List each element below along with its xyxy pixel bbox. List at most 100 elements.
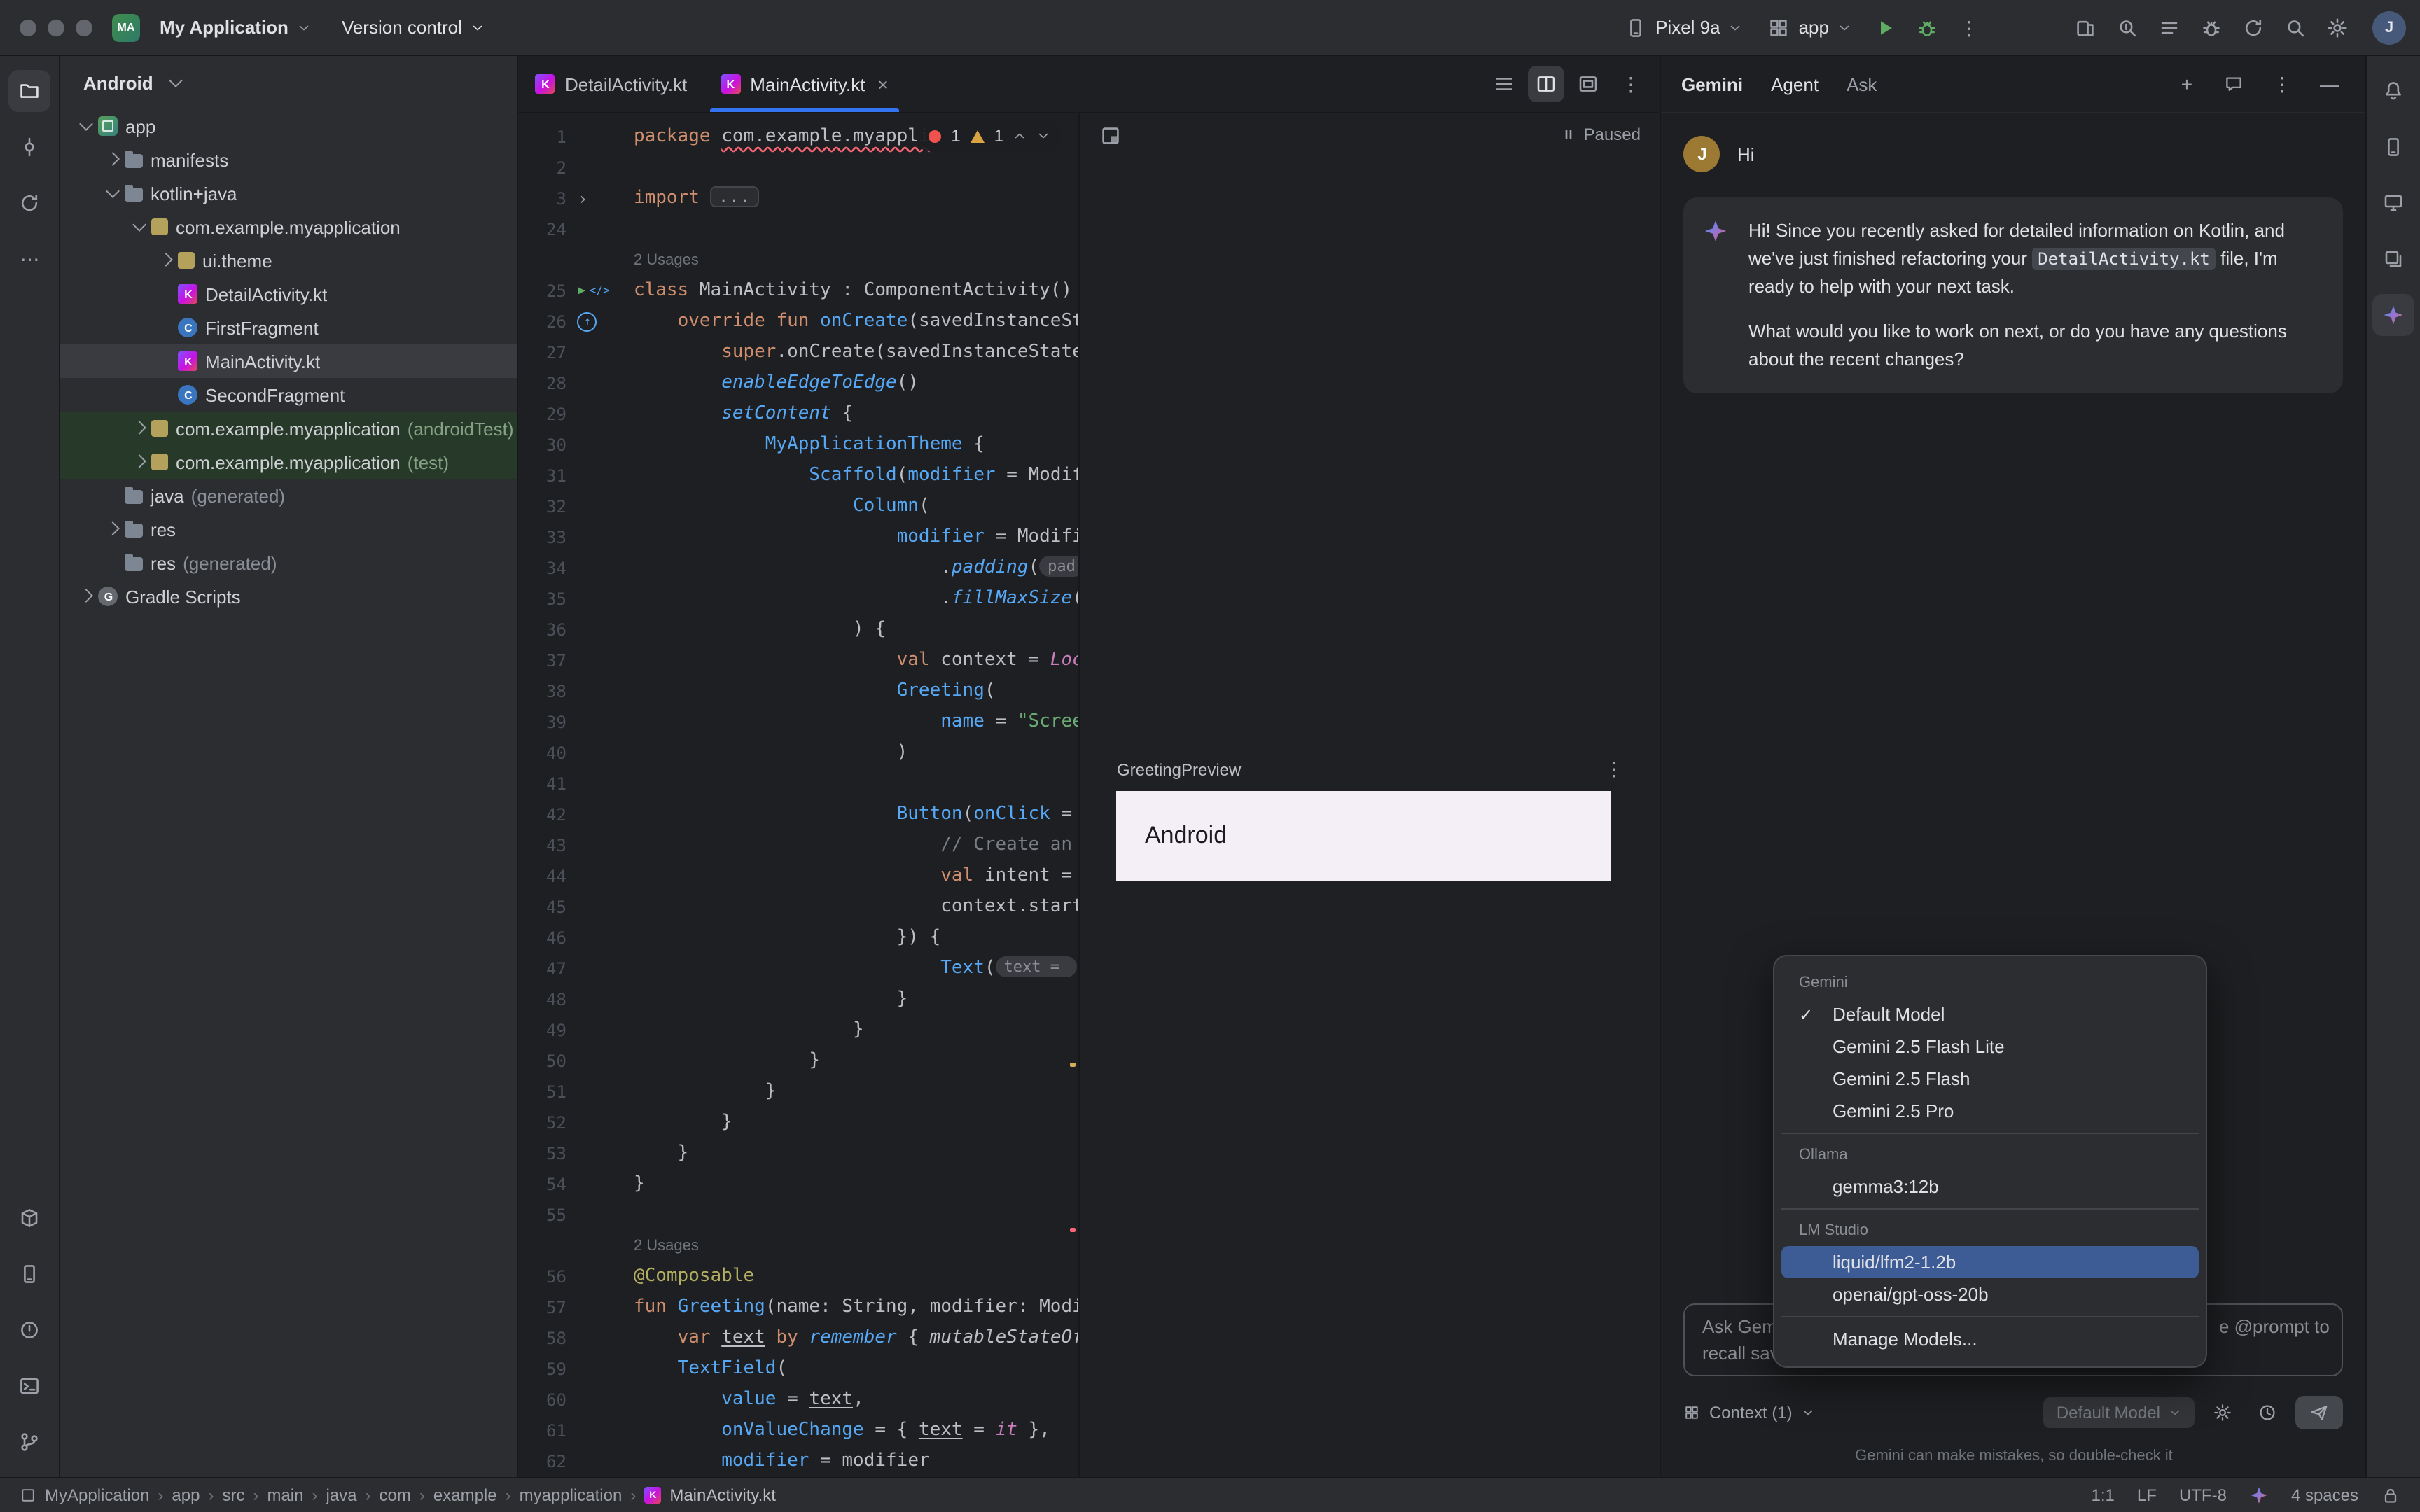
settings-button[interactable] (2319, 9, 2356, 46)
warning-count[interactable]: 1 (994, 126, 1003, 146)
code-line[interactable]: 33 modifier = Modifi (519, 522, 1079, 553)
tree-item[interactable]: KDetailActivity.kt (61, 277, 517, 311)
tree-item[interactable]: java (generated) (61, 479, 517, 512)
zoom-window-button[interactable] (76, 19, 92, 36)
breadcrumb-item[interactable]: src (222, 1485, 244, 1505)
code-line[interactable]: 40 ) (519, 738, 1079, 769)
previous-problem-button[interactable] (1013, 129, 1027, 143)
tree-item[interactable]: com.example.myapplication (test) (61, 445, 517, 479)
close-tab-icon[interactable]: × (878, 74, 889, 94)
model-option[interactable]: liquid/lfm2-1.2b (1782, 1246, 2199, 1278)
run-gutter-icon[interactable]: ▶ (578, 276, 585, 307)
code-line[interactable]: 26↑ override fun onCreate(savedInstanceS… (519, 307, 1079, 337)
lock-icon[interactable] (2381, 1485, 2400, 1505)
model-option[interactable]: Gemini 2.5 Pro (1782, 1095, 2199, 1127)
model-option[interactable]: openai/gpt-oss-20b (1782, 1278, 2199, 1310)
device-selector[interactable]: Pixel 9a (1613, 10, 1754, 44)
override-gutter-icon[interactable]: ↑ (578, 312, 597, 332)
code-line[interactable]: 44 val intent = (519, 861, 1079, 892)
notifications-tool-button[interactable] (2372, 70, 2414, 112)
code-line[interactable]: 41 (519, 769, 1079, 799)
code-line[interactable]: 30 MyApplicationTheme { (519, 430, 1079, 461)
app-insights-tool-button[interactable] (2372, 238, 2414, 280)
tree-item[interactable]: CSecondFragment (61, 378, 517, 412)
pair-devices-button[interactable] (2067, 9, 2103, 46)
code-line[interactable]: 25▶</>class MainActivity : ComponentActi… (519, 276, 1079, 307)
breadcrumb-item[interactable]: example (433, 1485, 497, 1505)
inspections-button[interactable] (2109, 9, 2146, 46)
chat-history-button[interactable] (2218, 67, 2251, 101)
code-line[interactable]: 51 } (519, 1077, 1079, 1107)
code-line[interactable]: 53 } (519, 1138, 1079, 1169)
code-line[interactable]: 57fun Greeting(name: String, modifier: M… (519, 1292, 1079, 1323)
send-button[interactable] (2296, 1396, 2344, 1429)
code-line[interactable]: 48 } (519, 984, 1079, 1015)
code-line[interactable]: 37 val context = Loc (519, 645, 1079, 676)
model-option[interactable]: ✓Default Model (1782, 998, 2199, 1030)
design-view-button[interactable] (1571, 66, 1607, 102)
terminal-tool-button[interactable] (8, 1365, 50, 1407)
code-line[interactable]: 54} (519, 1169, 1079, 1200)
tree-item[interactable]: res (61, 512, 517, 546)
breadcrumb-item[interactable]: com (380, 1485, 411, 1505)
code-line[interactable]: 32 Column( (519, 491, 1079, 522)
history-button[interactable] (2251, 1396, 2285, 1429)
tree-item[interactable]: KMainActivity.kt (61, 344, 517, 378)
more-horizontal-tool-button[interactable]: ⋯ (8, 238, 50, 280)
code-line[interactable]: 60 value = text, (519, 1385, 1079, 1415)
tree-item[interactable]: res (generated) (61, 546, 517, 580)
more-vertical-button[interactable]: ⋮ (2265, 67, 2299, 101)
breadcrumb-item[interactable]: app (172, 1485, 200, 1505)
code-line[interactable]: 46 }) { (519, 923, 1079, 953)
live-edit-status[interactable]: Paused (1560, 125, 1641, 144)
code-line[interactable]: 27 super.onCreate(savedInstanceState (519, 337, 1079, 368)
tree-item[interactable]: manifests (61, 143, 517, 176)
debug-button[interactable] (1907, 8, 1947, 47)
split-view-button[interactable] (1529, 66, 1565, 102)
code-line[interactable]: 43 // Create an (519, 830, 1079, 861)
code-line[interactable]: 24 (519, 214, 1079, 245)
run-config-selector[interactable]: app (1757, 10, 1863, 44)
code-line[interactable]: 34 .padding(pad (519, 553, 1079, 584)
code-line[interactable]: 42 Button(onClick = (519, 799, 1079, 830)
breadcrumb-item[interactable]: MainActivity.kt (669, 1485, 776, 1505)
project-view-selector[interactable]: Android (61, 56, 517, 109)
debug-button[interactable] (2193, 9, 2230, 46)
code-line[interactable]: 3›import ... (519, 183, 1079, 214)
gemini-tab-agent[interactable]: Agent (1771, 74, 1819, 94)
more-vertical-button[interactable]: ⋮ (1613, 66, 1649, 102)
code-tag-gutter-icon[interactable]: </> (590, 276, 610, 307)
code-line[interactable]: 38 Greeting( (519, 676, 1079, 707)
gemini-tool-button[interactable] (2372, 294, 2414, 336)
sync-tool-button[interactable] (8, 182, 50, 224)
device-manager-tool-button[interactable] (2372, 126, 2414, 168)
editor-tab[interactable]: KMainActivity.kt× (704, 56, 905, 112)
gemini-tab-ask[interactable]: Ask (1847, 74, 1877, 94)
version-control-tool-button[interactable] (8, 1421, 50, 1463)
code-line[interactable]: 31 Scaffold(modifier = Modif (519, 461, 1079, 491)
code-line[interactable]: 35 .fillMaxSize( (519, 584, 1079, 615)
user-avatar[interactable]: J (2372, 10, 2406, 44)
breadcrumb-item[interactable]: myapplication (520, 1485, 623, 1505)
code-line[interactable]: 28 enableEdgeToEdge() (519, 368, 1079, 399)
tree-item[interactable]: com.example.myapplication (androidTest) (61, 412, 517, 445)
gemini-status-icon[interactable] (2249, 1485, 2269, 1505)
tree-item[interactable]: com.example.myapplication (61, 210, 517, 244)
code-line[interactable]: 61 onValueChange = { text = it }, (519, 1415, 1079, 1446)
breadcrumb-item[interactable]: java (326, 1485, 357, 1505)
code-line[interactable]: 55 (519, 1200, 1079, 1231)
model-option[interactable]: Gemini 2.5 Flash (1782, 1063, 2199, 1095)
usages-inlay-hint[interactable]: 2 Usages (519, 1231, 1079, 1261)
line-separator[interactable]: LF (2137, 1485, 2157, 1505)
project-menu[interactable]: My Application (148, 11, 322, 43)
code-line[interactable]: 49 } (519, 1015, 1079, 1046)
model-option[interactable]: Gemini 2.5 Flash Lite (1782, 1030, 2199, 1063)
tree-item[interactable]: ui.theme (61, 244, 517, 277)
run-button[interactable] (1865, 8, 1905, 47)
editor-tab[interactable]: KDetailActivity.kt (519, 56, 704, 112)
preview-mode-icon[interactable] (1100, 125, 1122, 147)
folded-imports-chip[interactable]: ... (711, 186, 760, 207)
indent-setting[interactable]: 4 spaces (2291, 1485, 2358, 1505)
tree-item[interactable]: GGradle Scripts (61, 580, 517, 613)
code-line[interactable]: 56@Composable (519, 1261, 1079, 1292)
